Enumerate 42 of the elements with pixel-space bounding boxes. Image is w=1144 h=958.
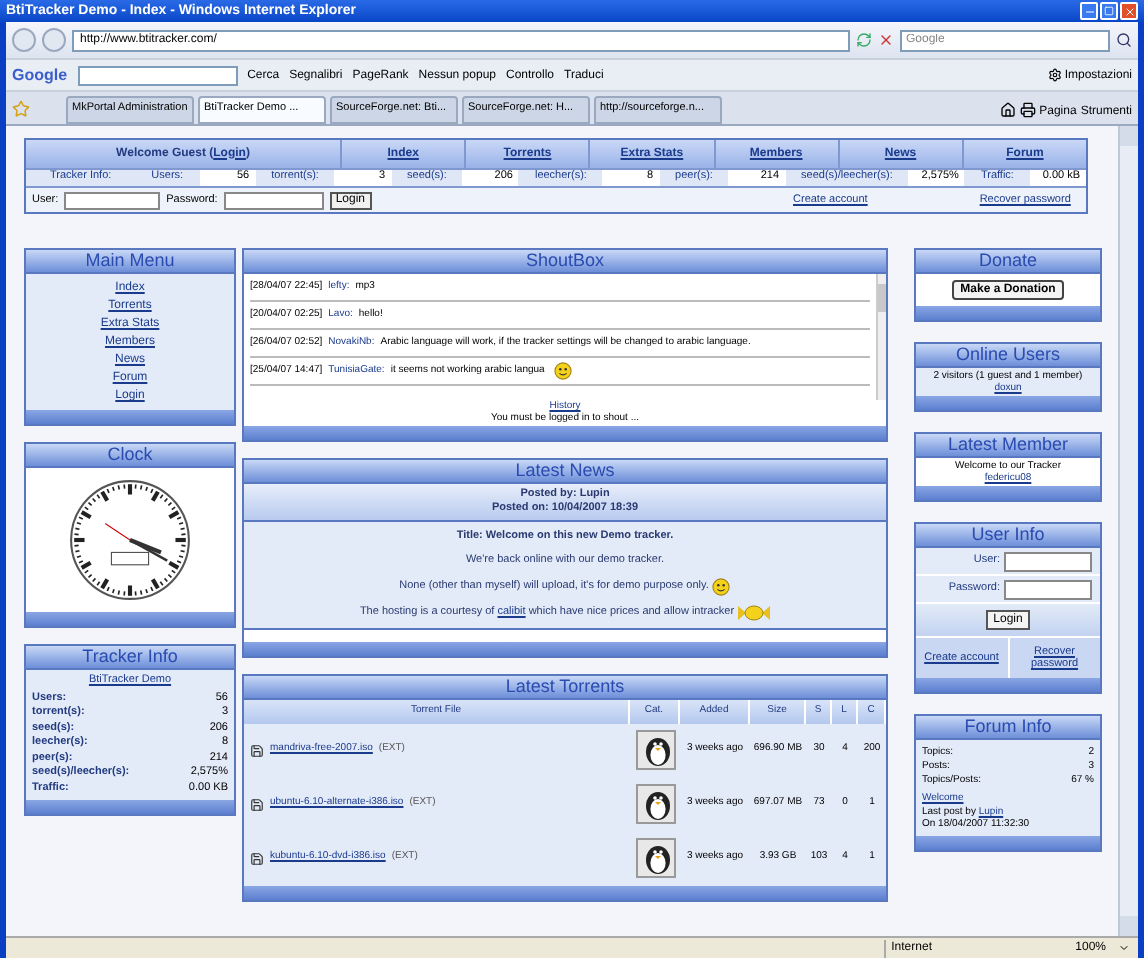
search-icon[interactable] [1116, 32, 1132, 48]
panel-title: Donate [978, 252, 1038, 270]
panel-title: Latest News [515, 462, 615, 480]
smiley-icon [712, 577, 731, 595]
password-field[interactable] [1004, 579, 1092, 599]
clock-drawing [68, 478, 192, 602]
gear-icon [1048, 68, 1063, 82]
panel-title: ShoutBox [525, 252, 605, 270]
close-button[interactable] [1120, 2, 1138, 20]
forward-button[interactable] [42, 28, 66, 52]
google-logo: Google [12, 63, 68, 87]
user-field[interactable] [1004, 551, 1092, 571]
maximize-icon [1104, 6, 1114, 16]
minimize-button[interactable] [1080, 2, 1098, 20]
user-field[interactable] [64, 191, 161, 209]
floppy-icon[interactable] [250, 797, 264, 811]
candy-icon [738, 603, 771, 621]
maximize-button[interactable] [1100, 2, 1118, 20]
panel-title: Clock [107, 446, 153, 464]
print-icon[interactable] [1019, 102, 1036, 118]
panel-title: Main Menu [85, 252, 175, 270]
dropdown-icon[interactable] [1118, 942, 1130, 954]
panel-title: Latest Member [947, 436, 1069, 454]
refresh-icon[interactable] [856, 32, 872, 48]
penguin-icon [635, 730, 675, 770]
home-icon[interactable] [999, 102, 1016, 118]
toolbar-search-field[interactable] [77, 65, 238, 85]
password-field[interactable] [223, 191, 324, 209]
floppy-icon[interactable] [250, 851, 264, 865]
panel-title: Online Users [955, 346, 1061, 364]
close-icon [1123, 5, 1135, 17]
back-button[interactable] [12, 28, 36, 52]
panel-title: Forum Info [964, 718, 1052, 736]
stop-icon[interactable] [878, 32, 894, 48]
panel-title: Latest Torrents [505, 677, 625, 695]
smiley-icon [554, 362, 573, 380]
floppy-icon[interactable] [250, 743, 264, 757]
panel-title: Tracker Info [82, 648, 178, 666]
penguin-icon [635, 784, 675, 824]
panel-title: User Info [971, 526, 1045, 544]
penguin-icon [635, 838, 675, 878]
minimize-icon [1083, 5, 1095, 17]
